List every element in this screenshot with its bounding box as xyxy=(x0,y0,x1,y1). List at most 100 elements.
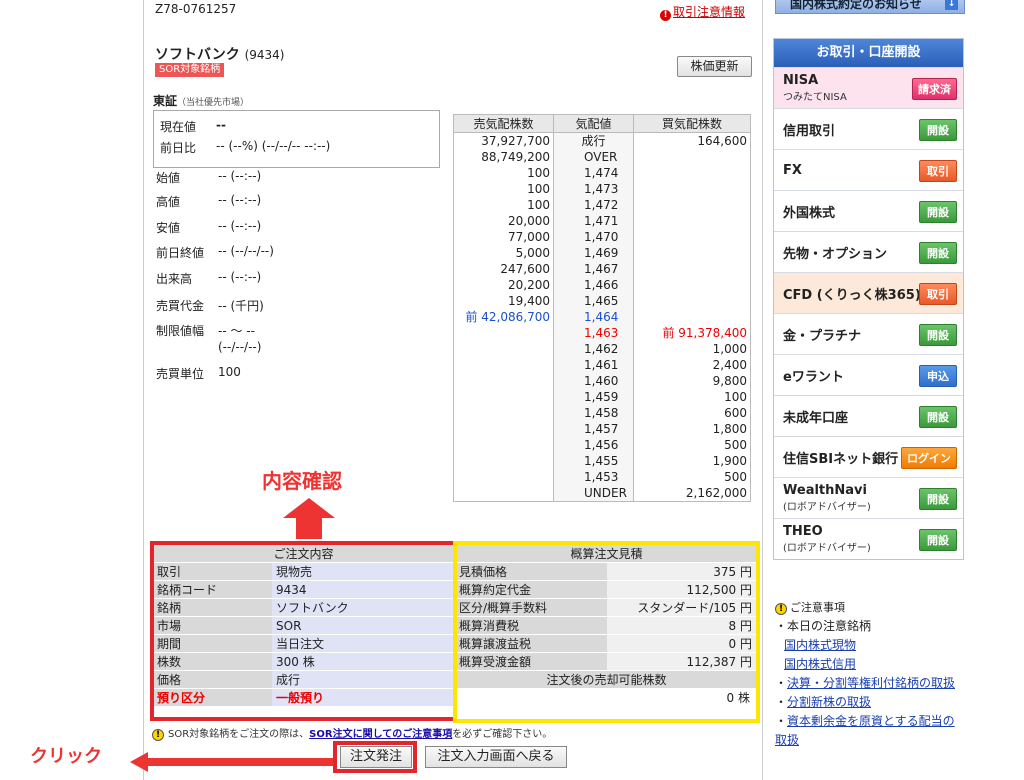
alert-icon: ! xyxy=(660,10,671,21)
sidebar-item-label: eワラント xyxy=(783,369,844,385)
sidebar-item-action-button[interactable]: 開設 xyxy=(919,242,957,264)
sidebar-item-action-button[interactable]: 申込 xyxy=(919,365,957,387)
stock-code: (9434) xyxy=(244,48,285,62)
price-info-value: -- (千円) xyxy=(218,299,264,313)
sidebar-item-action-button[interactable]: 開設 xyxy=(919,324,957,346)
board-sell-qty xyxy=(453,421,554,437)
board-sell-qty: 20,000 xyxy=(453,213,554,229)
sidebar-item-text: 先物・オプション xyxy=(783,243,887,262)
estimate-value: スタンダード/105 円 xyxy=(607,598,756,617)
sidebar-item[interactable]: 外国株式 開設 xyxy=(774,190,963,231)
notice-link[interactable]: 国内株式信用 xyxy=(784,657,856,671)
notice-link[interactable]: 分割新株の取扱 xyxy=(787,695,871,709)
sidebar-item[interactable]: WealthNavi (ロボアドバイザー) 開設 xyxy=(774,477,963,518)
order-book-table: 売気配株数 気配値 買気配株数 37,927,700 成行 164,600 88,74… xyxy=(453,114,751,502)
sidebar-item[interactable]: 金・プラチナ 開設 xyxy=(774,313,963,354)
board-sell-qty xyxy=(453,485,554,502)
sidebar-item[interactable]: THEO (ロボアドバイザー) 開設 xyxy=(774,518,963,559)
board-row: 37,927,700 成行 164,600 xyxy=(453,132,751,149)
notice-line[interactable]: ・資本剰余金を原資とする配当の取扱 xyxy=(775,712,965,750)
order-detail-value: 300 株 xyxy=(272,652,453,671)
price-refresh-button[interactable]: 株価更新 xyxy=(677,56,752,77)
order-detail-key: 預り区分 xyxy=(154,688,272,707)
submit-order-button[interactable]: 注文発注 xyxy=(340,746,412,768)
board-buy-qty: 500 xyxy=(633,437,751,453)
sidebar-item-action-button[interactable]: 開設 xyxy=(919,406,957,428)
sidebar-item-text: 信用取引 xyxy=(783,120,835,139)
notice-link[interactable]: 決算・分割等権利付銘柄の取扱 xyxy=(787,676,955,690)
sidebar-item-action-button[interactable]: 取引 xyxy=(919,283,957,305)
notice-title: ご注意事項 xyxy=(790,601,845,614)
board-sell-qty xyxy=(453,437,554,453)
market-note: （当社優先市場） xyxy=(177,98,250,108)
board-price: 1,465 xyxy=(553,293,634,309)
sidebar-item[interactable]: 先物・オプション 開設 xyxy=(774,231,963,272)
order-detail-key: 取引 xyxy=(154,562,272,581)
sor-note-link[interactable]: SOR注文に関してのご注意事項 xyxy=(309,729,452,740)
execution-notice-button[interactable]: 国内株式約定のお知らせ ↓ xyxy=(775,0,965,14)
sidebar-item[interactable]: 未成年口座 開設 xyxy=(774,395,963,436)
board-price: 1,469 xyxy=(553,245,634,261)
sidebar-item-text: FX xyxy=(783,163,802,178)
notice-line[interactable]: ・分割新株の取扱 xyxy=(775,693,965,712)
board-buy-qty: 164,600 xyxy=(633,132,751,149)
sidebar-item-action-button[interactable]: 開設 xyxy=(919,119,957,141)
sidebar-item[interactable]: 信用取引 開設 xyxy=(774,108,963,149)
board-sell-qty xyxy=(453,469,554,485)
price-info-label: 売買単位 xyxy=(156,367,205,381)
notice-line: ・本日の注意銘柄 xyxy=(775,619,872,633)
stock-title: ソフトバンク (9434) xyxy=(155,44,284,64)
sidebar-item-action-button[interactable]: 開設 xyxy=(919,201,957,223)
sidebar-item-label: WealthNavi xyxy=(783,483,867,498)
price-info-value: 100 xyxy=(218,365,241,379)
caution-info-link[interactable]: ! 取引注意情報 xyxy=(660,3,745,21)
board-sell-qty xyxy=(453,357,554,373)
sor-note: ! SOR対象銘柄をご注文の際は、SOR注文に関してのご注意事項を必ずご確認下さい… xyxy=(152,725,552,741)
sidebar-item-action-button[interactable]: 取引 xyxy=(919,160,957,182)
notice-link[interactable]: 国内株式現物 xyxy=(784,638,856,652)
up-arrow-stem xyxy=(296,517,322,539)
estimate-row: 区分/概算手数料 スタンダード/105 円 xyxy=(457,598,756,617)
board-price: OVER xyxy=(553,149,634,165)
notice-line[interactable]: 国内株式現物 xyxy=(775,636,965,655)
current-price-label: 現在値 xyxy=(160,120,197,134)
board-price: 1,467 xyxy=(553,261,634,277)
sidebar-item-action-button[interactable]: 開設 xyxy=(919,529,957,551)
sidebar-item-action-button[interactable]: 請求済 xyxy=(912,78,957,100)
order-detail-row: 期間 当日注文 xyxy=(154,634,453,653)
price-info-row: 制限値幅 -- 〜 -- xyxy=(156,322,255,339)
board-sell-qty: 88,749,200 xyxy=(453,149,554,165)
change-value: -- (--%) (--/--/-- --:--) xyxy=(216,139,331,153)
sidebar-item-text: THEO (ロボアドバイザー) xyxy=(783,524,871,554)
sidebar-item-label: 金・プラチナ xyxy=(783,328,862,344)
notice-line[interactable]: ・決算・分割等権利付銘柄の取扱 xyxy=(775,674,965,693)
sidebar-item[interactable]: 住信SBIネット銀行 ログイン xyxy=(774,436,963,477)
board-sell-qty: 20,200 xyxy=(453,277,554,293)
sidebar-item-label: CFD (くりっく株365) xyxy=(783,287,921,303)
stock-name: ソフトバンク xyxy=(155,47,240,63)
board-buy-qty: 1,000 xyxy=(633,341,751,357)
sidebar-item-action-button[interactable]: ログイン xyxy=(901,447,957,469)
sidebar-item[interactable]: FX 取引 xyxy=(774,149,963,190)
sidebar-item[interactable]: CFD (くりっく株365) 取引 xyxy=(774,272,963,313)
back-to-input-button[interactable]: 注文入力画面へ戻る xyxy=(425,746,567,768)
order-id: Z78-0761257 xyxy=(155,2,237,16)
left-arrow-stem xyxy=(147,758,333,766)
sidebar-item[interactable]: eワラント 申込 xyxy=(774,354,963,395)
sidebar-item-text: 未成年口座 xyxy=(783,407,848,426)
sidebar-item-action-button[interactable]: 開設 xyxy=(919,488,957,510)
board-row: 1,455 1,900 xyxy=(453,453,751,469)
board-price: 1,471 xyxy=(553,213,634,229)
board-buy-qty: 2,400 xyxy=(633,357,751,373)
board-header-buy: 買気配株数 xyxy=(633,114,751,133)
notice-title-row: ! ご注意事項 xyxy=(775,598,965,617)
board-sell-qty xyxy=(453,453,554,469)
notice-line[interactable]: 国内株式信用 xyxy=(775,655,965,674)
sidebar-item[interactable]: NISA つみたてNISA 請求済 xyxy=(774,67,963,108)
estimate-row: 見積価格 375 円 xyxy=(457,562,756,581)
order-detail-key: 価格 xyxy=(154,670,272,689)
board-sell-qty: 19,400 xyxy=(453,293,554,309)
notice-link[interactable]: 資本剰余金を原資とする配当の取扱 xyxy=(775,714,955,747)
warning-icon: ! xyxy=(775,603,787,615)
estimate-title: 概算注文見積 xyxy=(457,545,756,563)
